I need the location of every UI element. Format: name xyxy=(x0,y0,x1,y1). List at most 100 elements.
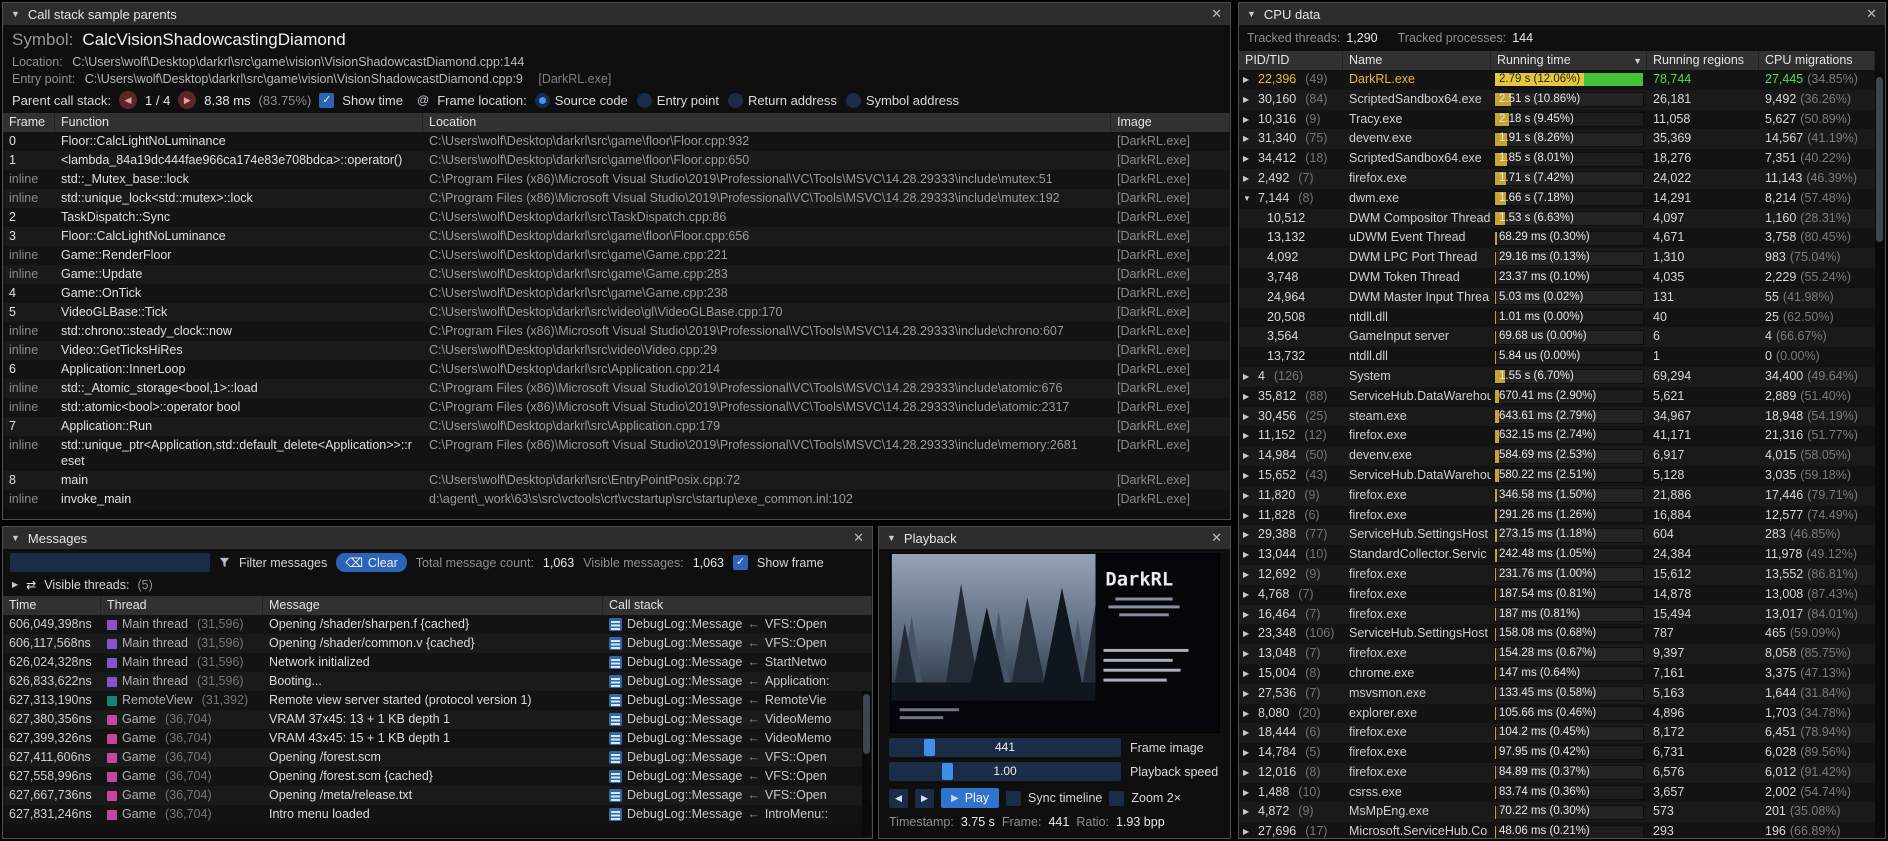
callstack-row[interactable]: inlinestd::chrono::steady_clock::nowC:\P… xyxy=(3,322,1230,341)
callstack-frames-icon[interactable] xyxy=(609,732,622,745)
cpu-row[interactable]: 3,748DWM Token Thread23.37 ms (0.10%)4,0… xyxy=(1239,268,1875,288)
callstack-row[interactable]: inlineVideo::GetTicksHiResC:\Users\wolf\… xyxy=(3,341,1230,360)
callstack-frames-icon[interactable] xyxy=(609,808,622,821)
cpu-row[interactable]: ▶31,340(75)devenv.exe1.91 s (8.26%)35,36… xyxy=(1239,129,1875,149)
expand-icon[interactable]: ▶ xyxy=(1243,525,1253,545)
cpu-row[interactable]: 24,964DWM Master Input Threa5.03 ms (0.0… xyxy=(1239,288,1875,308)
callstack-row[interactable]: inlinestd::unique_lock<std::mutex>::lock… xyxy=(3,189,1230,208)
cpu-row[interactable]: 13,732ntdll.dll5.84 us (0.00%)10(0.00%) xyxy=(1239,347,1875,367)
expand-icon[interactable]: ▶ xyxy=(1243,545,1253,565)
callstack-cell[interactable]: DebugLog::Message←VFS::Open xyxy=(603,786,872,805)
callstack-cell[interactable]: DebugLog::Message←VFS::Open xyxy=(603,615,872,634)
cpu-row[interactable]: ▶15,004(8)chrome.exe147 ms (0.64%)7,1613… xyxy=(1239,664,1875,684)
cpu-row[interactable]: ▶4(126)System1.55 s (6.70%)69,29434,400(… xyxy=(1239,367,1875,387)
cpu-row[interactable]: ▶14,984(50)devenv.exe584.69 ms (2.53%)6,… xyxy=(1239,446,1875,466)
callstack-row[interactable]: 4Game::OnTickC:\Users\wolf\Desktop\darkr… xyxy=(3,284,1230,303)
frame-location-option[interactable]: Entry point xyxy=(637,93,719,108)
cpu-scrollbar[interactable] xyxy=(1875,73,1884,836)
callstack-row[interactable]: 6Application::InnerLoopC:\Users\wolf\Des… xyxy=(3,360,1230,379)
collapse-icon[interactable]: ▼ xyxy=(11,533,20,543)
cpu-row[interactable]: 4,092DWM LPC Port Thread29.16 ms (0.13%)… xyxy=(1239,248,1875,268)
column-header-function[interactable]: Function xyxy=(55,113,423,132)
next-frame-button[interactable]: ▶ xyxy=(915,789,934,808)
cpu-row[interactable]: ▶27,536(7)msvsmon.exe133.45 ms (0.58%)5,… xyxy=(1239,684,1875,704)
callstack-row[interactable]: 3Floor::CalcLightNoLuminanceC:\Users\wol… xyxy=(3,227,1230,246)
cpu-row[interactable]: ▶11,828(6)firefox.exe291.26 ms (1.26%)16… xyxy=(1239,506,1875,526)
callstack-row[interactable]: inlinestd::atomic<bool>::operator boolC:… xyxy=(3,398,1230,417)
expand-icon[interactable]: ▶ xyxy=(1243,129,1253,149)
cpu-row[interactable]: ▶8,080(20)explorer.exe105.66 ms (0.46%)4… xyxy=(1239,704,1875,724)
callstack-row[interactable]: 8mainC:\Users\wolf\Desktop\darkrl\src\En… xyxy=(3,471,1230,490)
expand-icon[interactable]: ▶ xyxy=(1243,802,1253,822)
column-header-message[interactable]: Message xyxy=(263,596,603,615)
callstack-frames-icon[interactable] xyxy=(609,789,622,802)
cpu-row[interactable]: ▶22,396(49)DarkRL.exe2.79 s (12.06%)78,7… xyxy=(1239,70,1875,90)
callstack-cell[interactable]: DebugLog::Message←VideoMemo xyxy=(603,710,872,729)
column-header-name[interactable]: Name xyxy=(1343,51,1491,70)
cpu-row[interactable]: ▶30,160(84)ScriptedSandbox64.exe2.51 s (… xyxy=(1239,90,1875,110)
expand-icon[interactable]: ▶ xyxy=(1243,407,1253,427)
column-header-cpu-migrations[interactable]: CPU migrations xyxy=(1759,51,1875,70)
expand-icon[interactable]: ▶ xyxy=(1243,624,1253,644)
cpu-row[interactable]: ▶30,456(25)steam.exe643.61 ms (2.79%)34,… xyxy=(1239,407,1875,427)
expand-icon[interactable]: ▶ xyxy=(1243,486,1253,506)
cpu-row[interactable]: ▶13,048(7)firefox.exe154.28 ms (0.67%)9,… xyxy=(1239,644,1875,664)
prev-parent-button[interactable]: ◀ xyxy=(119,91,137,109)
cpu-row[interactable]: ▶1,488(10)csrss.exe83.74 ms (0.36%)3,657… xyxy=(1239,783,1875,803)
callstack-cell[interactable]: DebugLog::Message←VFS::Open xyxy=(603,634,872,653)
expand-icon[interactable]: ▶ xyxy=(1243,149,1253,169)
callstack-frames-icon[interactable] xyxy=(609,675,622,688)
column-header-time[interactable]: Time xyxy=(3,596,101,615)
callstack-cell[interactable]: DebugLog::Message←Application: xyxy=(603,672,872,691)
message-row[interactable]: 627,558,996nsGame(36,704)Opening /forest… xyxy=(3,767,872,786)
cpu-row[interactable]: ▶16,464(7)firefox.exe187 ms (0.81%)15,49… xyxy=(1239,605,1875,625)
expand-icon[interactable]: ▶ xyxy=(1243,446,1253,466)
expand-icon[interactable]: ▶ xyxy=(1243,506,1253,526)
callstack-row[interactable]: inlineinvoke_maind:\agent\_work\63\s\src… xyxy=(3,490,1230,509)
cpu-row[interactable]: 10,512DWM Compositor Thread1.53 s (6.63%… xyxy=(1239,209,1875,229)
column-header-frame[interactable]: Frame xyxy=(3,113,55,132)
callstack-frames-icon[interactable] xyxy=(609,656,622,669)
show-frame-checkbox[interactable]: ✓ xyxy=(733,555,748,570)
cpu-row[interactable]: 3,564GameInput server69.68 us (0.00%)64(… xyxy=(1239,327,1875,347)
expand-icon[interactable]: ▶ xyxy=(1243,367,1253,387)
collapse-icon[interactable]: ▼ xyxy=(11,9,20,19)
column-header-location[interactable]: Location xyxy=(423,113,1111,132)
callstack-row[interactable]: inlineGame::UpdateC:\Users\wolf\Desktop\… xyxy=(3,265,1230,284)
expand-icon[interactable]: ▶ xyxy=(12,580,18,589)
cpu-row[interactable]: ▶12,692(9)firefox.exe231.76 ms (1.00%)15… xyxy=(1239,565,1875,585)
callstack-row[interactable]: 2TaskDispatch::SyncC:\Users\wolf\Desktop… xyxy=(3,208,1230,227)
cpu-row[interactable]: ▶29,388(77)ServiceHub.SettingsHost273.15… xyxy=(1239,525,1875,545)
message-row[interactable]: 627,411,606nsGame(36,704)Opening /forest… xyxy=(3,748,872,767)
cpu-row[interactable]: ▶2,492(7)firefox.exe1.71 s (7.42%)24,022… xyxy=(1239,169,1875,189)
cpu-row[interactable]: ▶14,784(5)firefox.exe97.95 ms (0.42%)6,7… xyxy=(1239,743,1875,763)
message-filter-input[interactable] xyxy=(10,553,210,572)
next-parent-button[interactable]: ▶ xyxy=(178,91,196,109)
expand-icon[interactable]: ▶ xyxy=(1243,605,1253,625)
scrollbar-thumb[interactable] xyxy=(863,694,870,754)
clear-button[interactable]: ⌫ Clear xyxy=(336,553,407,572)
expand-icon[interactable]: ▶ xyxy=(1243,426,1253,446)
collapse-icon[interactable]: ▼ xyxy=(1247,9,1256,19)
cpu-row[interactable]: ▶13,044(10)StandardCollector.Servic242.4… xyxy=(1239,545,1875,565)
callstack-frames-icon[interactable] xyxy=(609,637,622,650)
message-row[interactable]: 627,399,326nsGame(36,704)VRAM 43x45: 15 … xyxy=(3,729,872,748)
column-header-image[interactable]: Image xyxy=(1111,113,1230,132)
cpu-row[interactable]: ▶23,348(106)ServiceHub.SettingsHost158.0… xyxy=(1239,624,1875,644)
cpu-row[interactable]: ▶11,152(12)firefox.exe632.15 ms (2.74%)4… xyxy=(1239,426,1875,446)
expand-icon[interactable]: ▶ xyxy=(1243,565,1253,585)
expand-icon[interactable]: ▶ xyxy=(1243,664,1253,684)
expand-icon[interactable]: ▶ xyxy=(1243,387,1253,407)
message-row[interactable]: 627,380,356nsGame(36,704)VRAM 37x45: 13 … xyxy=(3,710,872,729)
expand-icon[interactable]: ▶ xyxy=(1243,644,1253,664)
callstack-cell[interactable]: DebugLog::Message←VFS::Open xyxy=(603,748,872,767)
expand-icon[interactable]: ▶ xyxy=(1243,585,1253,605)
prev-frame-button[interactable]: ◀ xyxy=(889,789,908,808)
close-icon[interactable]: ✕ xyxy=(1211,530,1222,546)
expand-icon[interactable]: ▶ xyxy=(1243,763,1253,783)
expand-icon[interactable]: ▶ xyxy=(1243,723,1253,743)
expand-icon[interactable]: ▶ xyxy=(1243,110,1253,130)
callstack-cell[interactable]: DebugLog::Message←RemoteVie xyxy=(603,691,872,710)
callstack-frames-icon[interactable] xyxy=(609,694,622,707)
messages-scrollbar[interactable] xyxy=(862,691,871,836)
